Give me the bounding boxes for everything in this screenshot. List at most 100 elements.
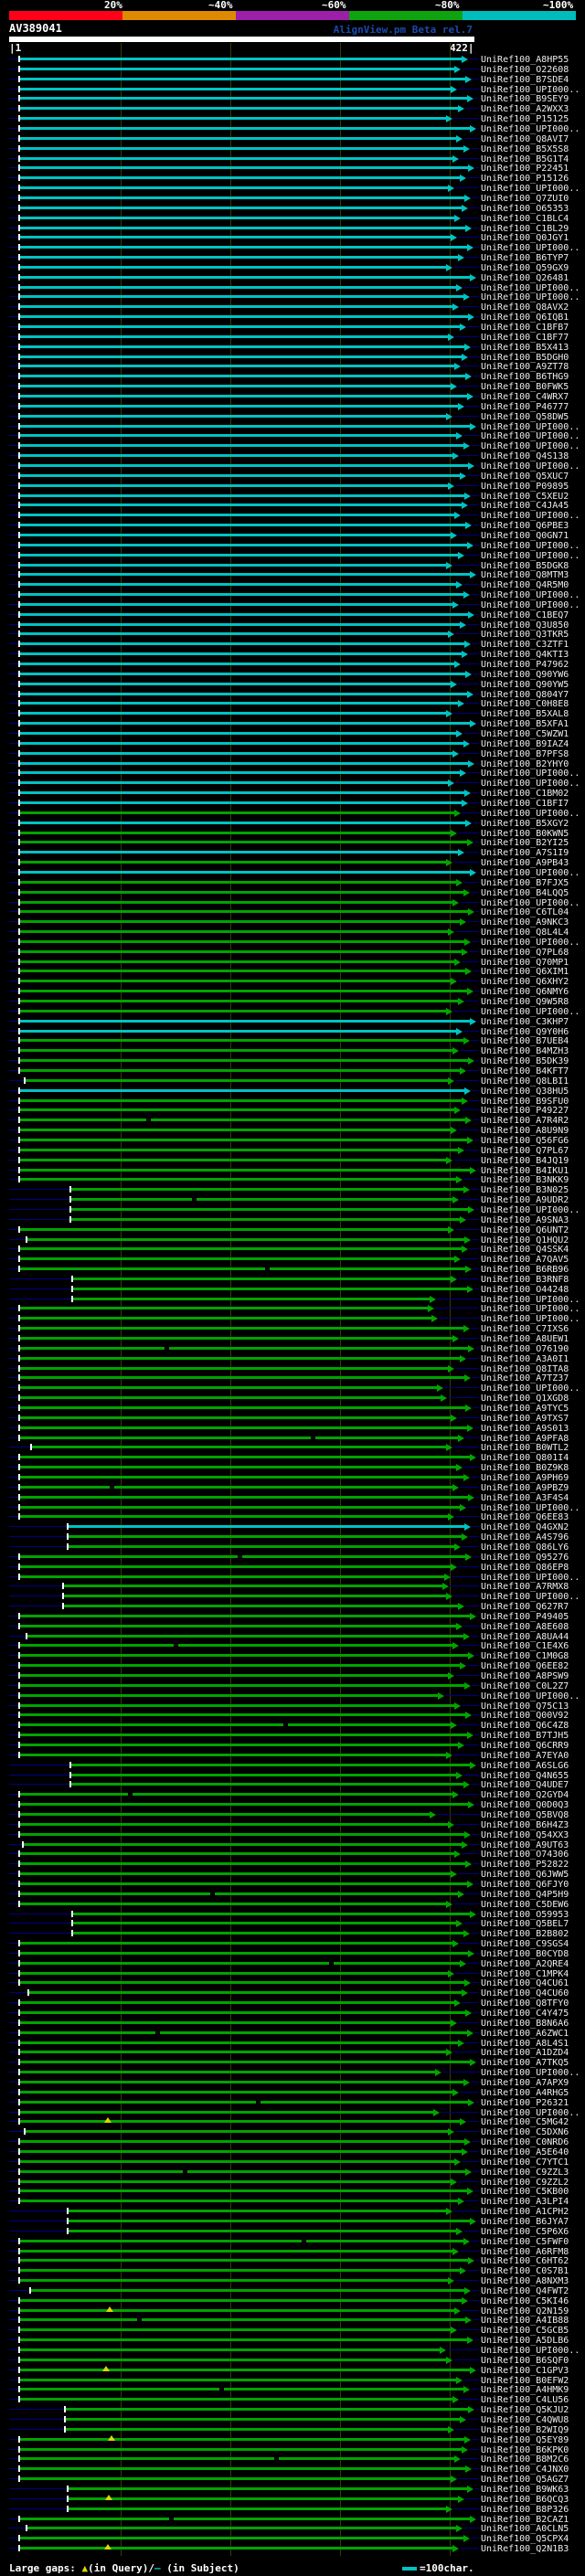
hit-accession-label[interactable]: UniRef100_B6RB96 — [481, 1265, 569, 1275]
hit-accession-label[interactable]: UniRef100_A1DZD4 — [481, 2048, 569, 2058]
hit-accession-label[interactable]: UniRef100_C5KI46 — [481, 2296, 569, 2306]
hit-accession-label[interactable]: UniRef100_Q627R7 — [481, 1602, 569, 1612]
hit-accession-label[interactable]: UniRef100_B7PFS8 — [481, 749, 569, 759]
hit-accession-label[interactable]: UniRef100_UPI000.. — [481, 1007, 580, 1017]
hit-accession-label[interactable]: UniRef100_Q6JWW5 — [481, 1870, 569, 1880]
hit-accession-label[interactable]: UniRef100_Q4FWT2 — [481, 2286, 569, 2296]
hit-accession-label[interactable]: UniRef100_B5DK39 — [481, 1056, 569, 1066]
hit-accession-label[interactable]: UniRef100_A3F4S4 — [481, 1493, 569, 1503]
hit-accession-label[interactable]: UniRef100_C0S7B1 — [481, 2266, 569, 2276]
hit-accession-label[interactable]: UniRef100_A1CPH2 — [481, 2207, 569, 2217]
hit-accession-label[interactable]: UniRef100_C9SGS4 — [481, 1939, 569, 1949]
hit-accession-label[interactable]: UniRef100_A5DLB6 — [481, 2336, 569, 2346]
hit-accession-label[interactable]: UniRef100_C5KB00 — [481, 2187, 569, 2197]
hit-accession-label[interactable]: UniRef100_C5WZW1 — [481, 729, 569, 739]
hit-accession-label[interactable]: UniRef100_C1BFI7 — [481, 799, 569, 809]
hit-accession-label[interactable]: UniRef100_C4QWU8 — [481, 2415, 569, 2425]
hit-accession-label[interactable]: UniRef100_B0Z9K8 — [481, 1463, 569, 1473]
hit-accession-label[interactable]: UniRef100_O76190 — [481, 1344, 569, 1354]
hit-accession-label[interactable]: UniRef100_UPI000.. — [481, 1383, 580, 1394]
hit-accession-label[interactable]: UniRef100_Q7PL68 — [481, 948, 569, 958]
hit-accession-label[interactable]: UniRef100_A9PBZ9 — [481, 1483, 569, 1493]
hit-accession-label[interactable]: UniRef100_P15126 — [481, 174, 569, 184]
hit-accession-label[interactable]: UniRef100_B8M2C6 — [481, 2454, 569, 2465]
hit-accession-label[interactable]: UniRef100_Q5BVQ8 — [481, 1810, 569, 1820]
hit-accession-label[interactable]: UniRef100_C3ZTF1 — [481, 640, 569, 650]
hit-accession-label[interactable]: UniRef100_Q8TFY0 — [481, 1998, 569, 2009]
hit-accession-label[interactable]: UniRef100_P52822 — [481, 1860, 569, 1870]
hit-accession-label[interactable]: UniRef100_C1M0G8 — [481, 1651, 569, 1661]
hit-accession-label[interactable]: UniRef100_Q6EE83 — [481, 1512, 569, 1522]
hit-accession-label[interactable]: UniRef100_Q6FJY0 — [481, 1880, 569, 1890]
hit-accession-label[interactable]: UniRef100_C5DEW6 — [481, 1900, 569, 1910]
hit-accession-label[interactable]: UniRef100_P49227 — [481, 1106, 569, 1116]
hit-accession-label[interactable]: UniRef100_UPI000.. — [481, 292, 580, 302]
hit-accession-label[interactable]: UniRef100_C1BM02 — [481, 789, 569, 799]
hit-accession-label[interactable]: UniRef100_C7IXS6 — [481, 1324, 569, 1334]
hit-accession-label[interactable]: UniRef100_B3RNF8 — [481, 1275, 569, 1285]
hit-accession-label[interactable]: UniRef100_O65353 — [481, 204, 569, 214]
hit-accession-label[interactable]: UniRef100_P46777 — [481, 402, 569, 412]
hit-accession-label[interactable]: UniRef100_Q9W5R8 — [481, 997, 569, 1007]
hit-accession-label[interactable]: UniRef100_C6HT62 — [481, 2256, 569, 2266]
hit-accession-label[interactable]: UniRef100_Q2GYD4 — [481, 1790, 569, 1800]
hit-accession-label[interactable]: UniRef100_Q2N1B3 — [481, 2544, 569, 2554]
hit-accession-label[interactable]: UniRef100_B5X5S8 — [481, 144, 569, 154]
hit-accession-label[interactable]: UniRef100_C1E4X6 — [481, 1641, 569, 1651]
hit-accession-label[interactable]: UniRef100_C1GPV3 — [481, 2366, 569, 2376]
hit-accession-label[interactable]: UniRef100_B2WIQ9 — [481, 2425, 569, 2435]
hit-accession-label[interactable]: UniRef100_C9ZZL3 — [481, 2168, 569, 2178]
hit-accession-label[interactable]: UniRef100_UPI000.. — [481, 2346, 580, 2356]
hit-accession-label[interactable]: UniRef100_Q6UNT2 — [481, 1225, 569, 1235]
hit-accession-label[interactable]: UniRef100_C5GCB5 — [481, 2326, 569, 2336]
hit-accession-label[interactable]: UniRef100_B5XFA1 — [481, 719, 569, 729]
hit-accession-label[interactable]: UniRef100_A8NXM3 — [481, 2276, 569, 2286]
hit-accession-label[interactable]: UniRef100_C4Y475 — [481, 2009, 569, 2019]
hit-accession-label[interactable]: UniRef100_A2QRE4 — [481, 1959, 569, 1969]
hit-accession-label[interactable]: UniRef100_B7SDE4 — [481, 75, 569, 85]
hit-accession-label[interactable]: UniRef100_A9S013 — [481, 1424, 569, 1434]
hit-accession-label[interactable]: UniRef100_A9PH69 — [481, 1473, 569, 1483]
hit-accession-label[interactable]: UniRef100_Q56FG6 — [481, 1136, 569, 1146]
hit-accession-label[interactable]: UniRef100_C5DXN6 — [481, 2127, 569, 2137]
hit-accession-label[interactable]: UniRef100_B4JQ19 — [481, 1156, 569, 1166]
hit-accession-label[interactable]: UniRef100_Q86EP8 — [481, 1563, 569, 1573]
hit-accession-label[interactable]: UniRef100_C0H8E8 — [481, 699, 569, 709]
hit-accession-label[interactable]: UniRef100_B3N025 — [481, 1185, 569, 1195]
hit-accession-label[interactable]: UniRef100_P49405 — [481, 1612, 569, 1622]
hit-accession-label[interactable]: UniRef100_P15125 — [481, 114, 569, 124]
hit-accession-label[interactable]: UniRef100_B4KFT7 — [481, 1066, 569, 1076]
hit-accession-label[interactable]: UniRef100_B6THG9 — [481, 372, 569, 382]
hit-accession-label[interactable]: UniRef100_A8U9N9 — [481, 1126, 569, 1136]
hit-accession-label[interactable]: UniRef100_UPI000.. — [481, 868, 580, 878]
hit-accession-label[interactable]: UniRef100_UPI000.. — [481, 590, 580, 600]
hit-accession-label[interactable]: UniRef100_C4JNX0 — [481, 2465, 569, 2475]
hit-accession-label[interactable]: UniRef100_A7S1I9 — [481, 848, 569, 858]
hit-accession-label[interactable]: UniRef100_Q6NMY6 — [481, 987, 569, 997]
hit-accession-label[interactable]: UniRef100_B9SEY9 — [481, 94, 569, 104]
hit-accession-label[interactable]: UniRef100_Q4CU60 — [481, 1988, 569, 1998]
hit-accession-label[interactable]: UniRef100_B7FJX5 — [481, 878, 569, 888]
hit-accession-label[interactable]: UniRef100_B0CYD8 — [481, 1949, 569, 1959]
hit-accession-label[interactable]: UniRef100_C5P6X6 — [481, 2227, 569, 2237]
hit-accession-label[interactable]: UniRef100_Q7PL67 — [481, 1146, 569, 1156]
hit-accession-label[interactable]: UniRef100_O44248 — [481, 1285, 569, 1295]
hit-accession-label[interactable]: UniRef100_A9ZT78 — [481, 362, 569, 372]
hit-accession-label[interactable]: UniRef100_Q6XHY2 — [481, 977, 569, 987]
hit-accession-label[interactable]: UniRef100_A9TYC5 — [481, 1404, 569, 1414]
hit-accession-label[interactable]: UniRef100_Q5EY89 — [481, 2435, 569, 2445]
hit-accession-label[interactable]: UniRef100_B2YI25 — [481, 838, 569, 848]
hit-accession-label[interactable]: UniRef100_Q801I4 — [481, 1453, 569, 1463]
hit-accession-label[interactable]: UniRef100_C4JA45 — [481, 501, 569, 511]
hit-accession-label[interactable]: UniRef100_Q4R5M0 — [481, 580, 569, 590]
hit-accession-label[interactable]: UniRef100_UPI000.. — [481, 769, 580, 779]
hit-accession-label[interactable]: UniRef100_Q86LY6 — [481, 1542, 569, 1553]
hit-accession-label[interactable]: UniRef100_A7RMX8 — [481, 1582, 569, 1592]
hit-accession-label[interactable]: UniRef100_P22451 — [481, 164, 569, 174]
hit-accession-label[interactable]: UniRef100_UPI000.. — [481, 431, 580, 441]
hit-accession-label[interactable]: UniRef100_UPI000.. — [481, 938, 580, 948]
hit-accession-label[interactable]: UniRef100_Q5AGZ7 — [481, 2475, 569, 2485]
hit-accession-label[interactable]: UniRef100_A8UEW1 — [481, 1334, 569, 1344]
hit-accession-label[interactable]: UniRef100_C1BEQ7 — [481, 610, 569, 620]
hit-accession-label[interactable]: UniRef100_Q95276 — [481, 1553, 569, 1563]
